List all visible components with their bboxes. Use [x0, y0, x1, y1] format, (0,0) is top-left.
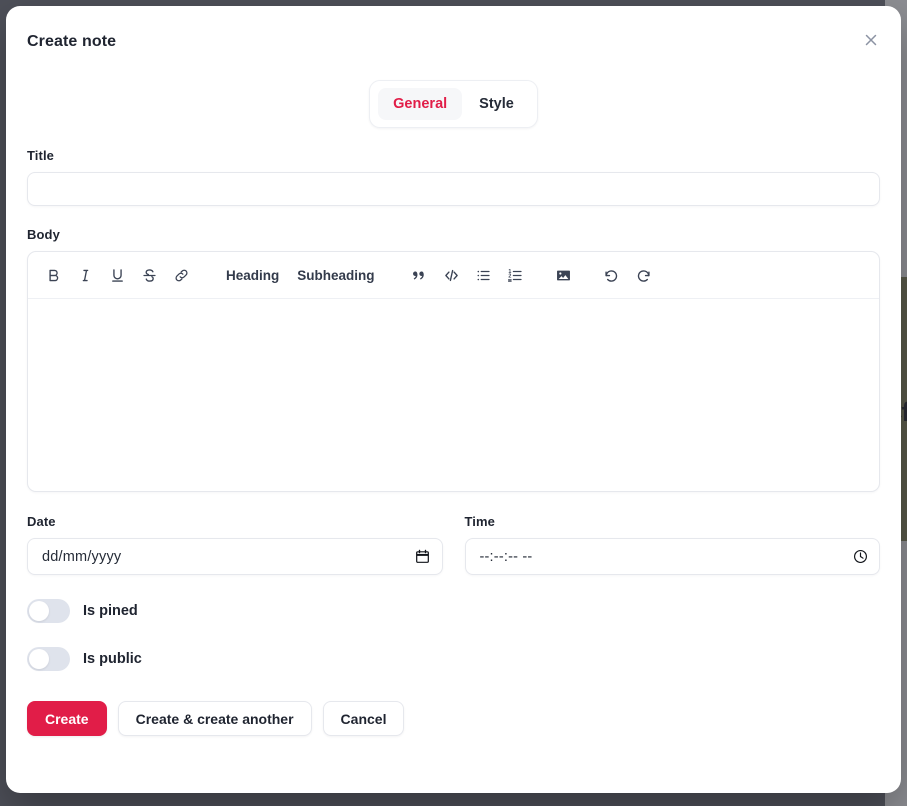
body-label: Body: [27, 227, 60, 242]
italic-icon[interactable]: [69, 259, 101, 291]
body-field-block: Body Heading Subheading 1 2: [27, 227, 880, 492]
link-icon[interactable]: [165, 259, 197, 291]
tab-group: General Style: [369, 80, 538, 128]
rich-text-editor: Heading Subheading 1 2: [27, 251, 880, 492]
cancel-button[interactable]: Cancel: [322, 701, 405, 736]
blockquote-icon[interactable]: [404, 259, 436, 291]
svg-text:2: 2: [508, 273, 511, 279]
undo-icon[interactable]: [596, 259, 628, 291]
title-input[interactable]: [27, 172, 880, 206]
modal-footer: Create Create & create another Cancel: [27, 701, 880, 760]
toggle-knob: [29, 601, 49, 621]
is-public-toggle[interactable]: [27, 647, 70, 671]
calendar-icon[interactable]: [415, 549, 431, 565]
bullet-list-icon[interactable]: [468, 259, 500, 291]
image-icon[interactable]: [548, 259, 580, 291]
page-title: Create note: [27, 33, 117, 50]
is-pined-row: Is pined: [27, 599, 880, 623]
close-icon: [862, 31, 880, 49]
ordered-list-icon[interactable]: 1 2: [500, 259, 532, 291]
code-block-icon[interactable]: [436, 259, 468, 291]
time-input-placeholder: --:--:-- --: [479, 548, 533, 565]
toggle-knob: [29, 649, 49, 669]
close-button[interactable]: [857, 26, 885, 54]
is-public-row: Is public: [27, 647, 880, 671]
time-label: Time: [464, 514, 496, 529]
bold-icon[interactable]: [37, 259, 69, 291]
is-pined-label: Is pined: [83, 603, 138, 619]
create-note-form: Title Body Heading Subheading 1 2 Date d…: [6, 128, 901, 760]
date-field-block: Date dd/mm/yyyy: [27, 514, 443, 575]
title-label: Title: [27, 148, 54, 163]
title-field-block: Title: [27, 148, 880, 206]
date-input[interactable]: dd/mm/yyyy: [27, 538, 443, 575]
editor-toolbar: Heading Subheading 1 2: [28, 252, 879, 299]
strikethrough-icon[interactable]: [133, 259, 165, 291]
create-button[interactable]: Create: [27, 701, 107, 736]
tab-style[interactable]: Style: [464, 88, 529, 120]
is-pined-toggle[interactable]: [27, 599, 70, 623]
tab-general[interactable]: General: [378, 88, 463, 120]
redo-icon[interactable]: [628, 259, 660, 291]
create-note-modal: Create note General Style Title Body Hea…: [6, 6, 901, 793]
time-input[interactable]: --:--:-- --: [464, 538, 880, 575]
date-time-row: Date dd/mm/yyyy Time --:--:-- --: [27, 514, 880, 575]
date-input-placeholder: dd/mm/yyyy: [42, 548, 122, 565]
body-editor-content[interactable]: [28, 299, 879, 491]
heading-button[interactable]: Heading: [217, 259, 288, 291]
create-and-create-another-button[interactable]: Create & create another: [117, 701, 312, 736]
date-label: Date: [27, 514, 56, 529]
clock-icon[interactable]: [852, 549, 868, 565]
underline-icon[interactable]: [101, 259, 133, 291]
modal-header: Create note: [6, 6, 901, 72]
time-field-block: Time --:--:-- --: [464, 514, 880, 575]
subheading-button[interactable]: Subheading: [288, 259, 383, 291]
is-public-label: Is public: [83, 651, 142, 667]
tab-bar: General Style: [6, 80, 901, 128]
